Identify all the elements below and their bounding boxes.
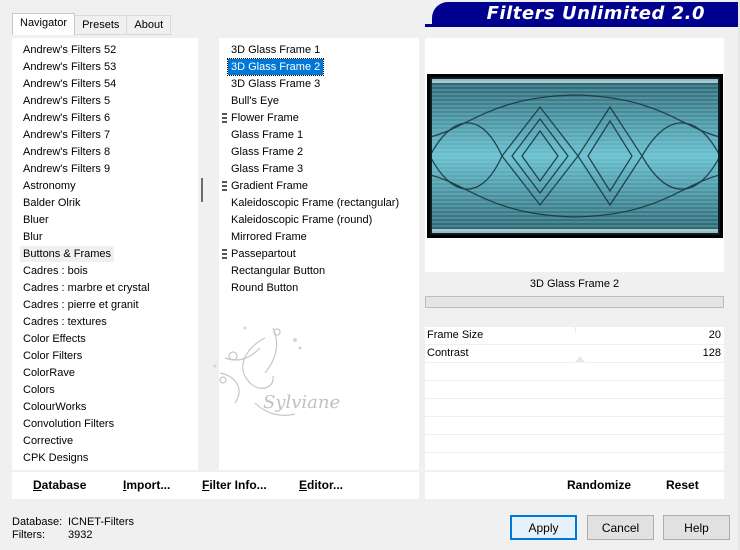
editor-button[interactable]: Editor...	[299, 478, 343, 492]
filter-item[interactable]: Glass Frame 1	[228, 127, 306, 143]
category-item[interactable]: Astronomy	[20, 178, 79, 194]
category-item[interactable]: Andrew's Filters 5	[20, 93, 113, 109]
category-item[interactable]: Cadres : marbre et crystal	[20, 280, 153, 296]
category-item[interactable]: Color Filters	[20, 348, 85, 364]
filter-item[interactable]: Bull's Eye	[228, 93, 282, 109]
empty-param-row	[425, 399, 724, 417]
category-item[interactable]: Convolution Filters	[20, 416, 117, 432]
empty-param-row	[425, 381, 724, 399]
category-item[interactable]: Colors	[20, 382, 58, 398]
status-filters-label: Filters:	[12, 529, 45, 541]
filter-item[interactable]: Glass Frame 3	[228, 161, 306, 177]
filter-item[interactable]: Flower Frame	[228, 110, 302, 126]
status-filters-value: 3932	[68, 529, 93, 541]
title-banner: Filters Unlimited 2.0	[432, 2, 738, 24]
scrollbar-thumb[interactable]	[201, 178, 203, 202]
import-label-rest: mport...	[126, 478, 171, 492]
category-item[interactable]: ColorRave	[20, 365, 78, 381]
help-button[interactable]: Help	[663, 515, 730, 540]
empty-param-row	[425, 417, 724, 435]
category-item[interactable]: Cadres : bois	[20, 263, 91, 279]
database-mnemonic: D	[33, 478, 42, 492]
group-grip-icon	[222, 113, 227, 123]
category-item[interactable]: Balder Olrik	[20, 195, 83, 211]
watermark-text: Sylviane	[263, 392, 340, 413]
category-item[interactable]: Andrew's Filters 52	[20, 42, 119, 58]
bottom-toolbar: Database Import... Filter Info... Editor…	[12, 472, 419, 499]
filter-item[interactable]: 3D Glass Frame 2	[226, 58, 325, 76]
filter-item[interactable]: Kaleidoscopic Frame (round)	[228, 212, 375, 228]
editor-label-rest: ditor...	[307, 478, 344, 492]
slider-tick-icon	[575, 327, 576, 332]
category-item[interactable]: Andrew's Filters 54	[20, 76, 119, 92]
category-item[interactable]: Cadres : textures	[20, 314, 110, 330]
preview-graphic	[429, 77, 721, 235]
filter-item[interactable]: Passepartout	[228, 246, 299, 262]
category-item[interactable]: Bluer	[20, 212, 52, 228]
tab-navigator[interactable]: Navigator	[12, 13, 76, 35]
status-filters: Filters: 3932	[12, 529, 92, 541]
empty-param-row	[425, 453, 724, 471]
filter-item[interactable]: Gradient Frame	[228, 178, 311, 194]
param-value: 20	[708, 329, 721, 341]
tab-strip: Navigator Presets About	[12, 13, 172, 35]
sylviane-watermark: Sylviane	[213, 326, 340, 416]
param-toolbar: Randomize Reset	[425, 472, 724, 499]
category-item[interactable]: Buttons & Frames	[20, 246, 115, 262]
tab-about[interactable]: About	[126, 15, 172, 35]
category-item[interactable]: Andrew's Filters 53	[20, 59, 119, 75]
category-item[interactable]: Corrective	[20, 433, 76, 449]
import-button[interactable]: Import...	[123, 478, 170, 492]
slider-tick-icon	[575, 356, 585, 362]
param-value: 128	[702, 347, 721, 359]
tab-presets[interactable]: Presets	[74, 15, 128, 35]
category-item[interactable]: ColourWorks	[20, 399, 89, 415]
category-item[interactable]: Andrew's Filters 9	[20, 161, 113, 177]
category-item[interactable]: Crescent Moon	[20, 467, 101, 470]
database-button[interactable]: Database	[33, 478, 86, 492]
status-database: Database: ICNET-Filters	[12, 516, 134, 528]
app-title: Filters Unlimited 2.0	[486, 3, 705, 24]
preview-image	[427, 74, 723, 238]
param-row[interactable]: Frame Size 20	[425, 327, 724, 345]
param-label: Frame Size	[427, 329, 484, 341]
editor-mnemonic: E	[299, 478, 308, 492]
status-database-value: ICNET-Filters	[68, 516, 134, 528]
empty-param-row	[425, 363, 724, 381]
category-item[interactable]: Cadres : pierre et granit	[20, 297, 142, 313]
filter-progress-bar	[425, 296, 724, 308]
parameter-list[interactable]: Frame Size 20 Contrast 128	[425, 327, 724, 471]
filter-info-button[interactable]: Filter Info...	[202, 478, 267, 492]
category-item[interactable]: Andrew's Filters 7	[20, 127, 113, 143]
param-row[interactable]: Contrast 128	[425, 345, 724, 363]
reset-button[interactable]: Reset	[666, 478, 699, 492]
filter-item[interactable]: Kaleidoscopic Frame (rectangular)	[228, 195, 402, 211]
preview-panel	[425, 38, 724, 272]
filter-info-label-rest: ilter Info...	[209, 478, 267, 492]
group-grip-icon	[222, 249, 227, 259]
filter-item[interactable]: Rectangular Button	[228, 263, 328, 279]
category-list[interactable]: Andrew's Filters 52 Andrew's Filters 53 An…	[12, 38, 210, 470]
category-item[interactable]: Andrew's Filters 6	[20, 110, 113, 126]
param-label: Contrast	[427, 347, 469, 359]
group-grip-icon	[222, 181, 227, 191]
category-item[interactable]: Color Effects	[20, 331, 89, 347]
apply-button[interactable]: Apply	[510, 515, 577, 540]
filter-item[interactable]: 3D Glass Frame 3	[228, 76, 323, 92]
randomize-button[interactable]: Randomize	[567, 478, 631, 492]
status-database-label: Database:	[12, 516, 63, 528]
current-filter-name: 3D Glass Frame 2	[425, 272, 724, 296]
filter-item[interactable]: Glass Frame 2	[228, 144, 306, 160]
filter-item[interactable]: 3D Glass Frame 1	[228, 42, 323, 58]
category-item[interactable]: Andrew's Filters 8	[20, 144, 113, 160]
category-item[interactable]: CPK Designs	[20, 450, 91, 466]
database-label-rest: atabase	[41, 478, 87, 492]
filter-item[interactable]: Mirrored Frame	[228, 229, 310, 245]
empty-param-row	[425, 435, 724, 453]
filter-item[interactable]: Round Button	[228, 280, 301, 296]
title-underline	[425, 24, 738, 27]
category-item[interactable]: Blur	[20, 229, 46, 245]
cancel-button[interactable]: Cancel	[587, 515, 654, 540]
